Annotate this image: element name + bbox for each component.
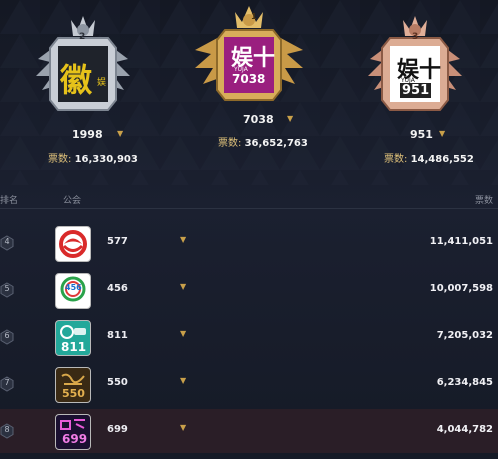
badge-logo-sub: 娱: [97, 78, 107, 88]
badge-logo-num: 7038: [232, 72, 266, 86]
chevron-down-icon[interactable]: ▼: [180, 282, 186, 291]
votes-value: 14,486,552: [410, 154, 474, 165]
chevron-down-icon[interactable]: ▼: [287, 114, 293, 123]
guild-votes: 10,007,598: [429, 283, 493, 294]
rank-hexagon: 7: [0, 376, 14, 392]
guild-logo: 550: [55, 367, 91, 403]
rank-number: 4: [4, 237, 10, 246]
podium-guild-name: 7038: [243, 113, 274, 126]
col-guild-header: 公会: [63, 196, 82, 206]
guild-votes: 4,044,782: [436, 424, 493, 435]
col-votes-header: 票数: [474, 196, 493, 206]
guild-name: 577: [107, 236, 128, 247]
podium-votes: 票数: 36,652,763: [218, 134, 308, 149]
rank-number: 5: [4, 284, 10, 293]
logo-text: 550: [62, 387, 85, 400]
votes-label: 票数:: [218, 138, 242, 149]
table-row[interactable]: 6 811 811 ▼ 7,205,032: [0, 315, 498, 359]
guild-name: 699: [107, 424, 128, 435]
guild-name: 811: [107, 330, 128, 341]
podium-votes: 票数: 16,330,903: [48, 150, 138, 165]
podium-rank-number: 2: [79, 32, 86, 42]
table-header: 排名 公会 票数: [0, 188, 498, 209]
table-row[interactable]: 8 699 699 ▼ 4,044,782: [0, 409, 498, 453]
swirl-logo-icon: [59, 230, 87, 258]
rank-number: 8: [4, 425, 10, 434]
table-row[interactable]: 5 456 456 ▼ 10,007,598: [0, 268, 498, 312]
votes-value: 36,652,763: [244, 138, 308, 149]
guild-name: 550: [107, 377, 128, 388]
rank-hexagon: 8: [0, 423, 14, 439]
guild-votes: 11,411,051: [429, 236, 493, 247]
guild-logo: 699: [55, 414, 91, 450]
table-row[interactable]: 4 577 ▼ 11,411,051: [0, 221, 498, 265]
votes-label: 票数:: [384, 154, 408, 165]
badge-logo-text: 徽: [60, 61, 93, 99]
guild-logo: 811: [55, 320, 91, 356]
logo-text: 699: [62, 432, 88, 446]
podium-guild-name: 1998: [72, 128, 103, 141]
rank-number: 7: [4, 378, 10, 387]
votes-label: 票数:: [48, 154, 72, 165]
logo-text: 456: [65, 283, 82, 292]
chevron-down-icon[interactable]: ▼: [180, 235, 186, 244]
chevron-down-icon[interactable]: ▼: [180, 423, 186, 432]
rank-hexagon: 6: [0, 329, 14, 345]
rank-number: 6: [4, 331, 10, 340]
chevron-down-icon[interactable]: ▼: [439, 129, 445, 138]
podium-third[interactable]: 3 娱十 YUJA 951 951 ▼ 票数: 14,486,552: [332, 0, 498, 185]
badge-logo-num: 951: [400, 83, 432, 98]
col-rank-header: 排名: [0, 196, 19, 206]
podium-second[interactable]: 2 徽 娱 1998 ▼ 票数: 16,330,903: [0, 0, 166, 185]
guild-logo: 456: [55, 273, 91, 309]
guild-logo: [55, 226, 91, 262]
guild-votes: 6,234,845: [436, 377, 493, 388]
guild-name: 456: [107, 283, 128, 294]
podium-rank-number: 3: [412, 32, 419, 42]
podium-votes: 票数: 14,486,552: [384, 150, 474, 165]
podium-guild-name: 951: [410, 128, 433, 141]
table-row[interactable]: 7 550 550 ▼ 6,234,845: [0, 362, 498, 406]
logo-text: 811: [61, 340, 87, 354]
chevron-down-icon[interactable]: ▼: [117, 129, 123, 138]
rank-hexagon: 5: [0, 282, 14, 298]
chevron-down-icon[interactable]: ▼: [180, 329, 186, 338]
rank-hexagon: 4: [0, 235, 14, 251]
guild-votes: 7,205,032: [436, 330, 493, 341]
podium-first[interactable]: 1 娱十 YUJA 7038 7038 ▼ 票数: 36,652,763: [166, 0, 332, 185]
votes-value: 16,330,903: [74, 154, 138, 165]
chevron-down-icon[interactable]: ▼: [180, 376, 186, 385]
podium-rank-number: 1: [251, 12, 257, 21]
